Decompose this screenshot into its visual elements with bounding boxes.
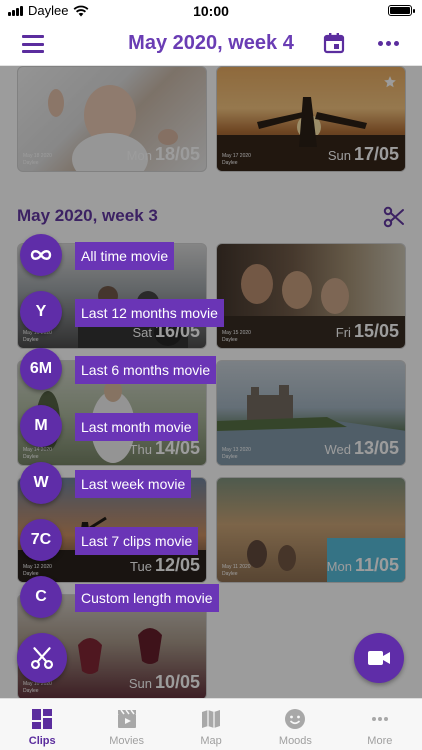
speed-dial-label[interactable]: All time movie [75,242,175,270]
speed-dial-label[interactable]: Last 6 months movie [75,356,217,384]
record-clip-button[interactable] [354,633,404,683]
video-camera-icon [368,651,390,665]
page-title: May 2020, week 4 [128,32,294,54]
speed-dial-badge[interactable]: C [20,576,62,618]
tab-more[interactable]: More [338,699,422,750]
battery-icon [388,5,415,16]
speed-dial-badge[interactable]: Y [20,291,62,333]
speed-dial-label[interactable]: Last month movie [75,413,198,441]
speed-dial-label[interactable]: Last 7 clips movie [75,527,199,555]
tab-map[interactable]: Map [169,699,253,750]
speed-dial-label[interactable]: Custom length movie [75,584,219,612]
smiley-icon [285,709,306,729]
calendar-icon[interactable] [323,32,345,54]
speed-dial-badge[interactable]: 6M [20,348,62,390]
map-icon [202,710,221,728]
tab-label: Movies [109,735,145,747]
tab-movies[interactable]: Movies [84,699,168,750]
more-options-icon[interactable] [378,41,399,46]
more-dots-icon [371,717,388,721]
tab-label: Moods [278,735,312,747]
speed-dial-label[interactable]: Last week movie [75,470,192,498]
tab-clips[interactable]: Clips [0,699,84,750]
app-header: May 2020, week 4 [0,22,422,66]
speed-dial-label[interactable]: Last 12 months movie [75,299,224,327]
speed-dial-badge[interactable]: W [20,462,62,504]
clapperboard-icon [117,709,136,728]
scissors-icon [30,647,54,670]
tab-label: Map [200,735,222,747]
speed-dial-badge[interactable]: M [20,405,62,447]
tab-label: More [367,735,393,747]
clips-grid-icon [32,709,53,729]
tab-bar: Clips Movies Map Moods More [0,698,422,750]
status-bar: Daylee 10:00 [0,0,422,22]
tab-label: Clips [28,735,56,747]
create-movie-button[interactable] [17,633,67,683]
speed-dial-badge[interactable]: 7C [20,519,62,561]
tab-moods[interactable]: Moods [253,699,337,750]
infinity-icon[interactable] [20,234,62,276]
status-time: 10:00 [193,3,229,19]
